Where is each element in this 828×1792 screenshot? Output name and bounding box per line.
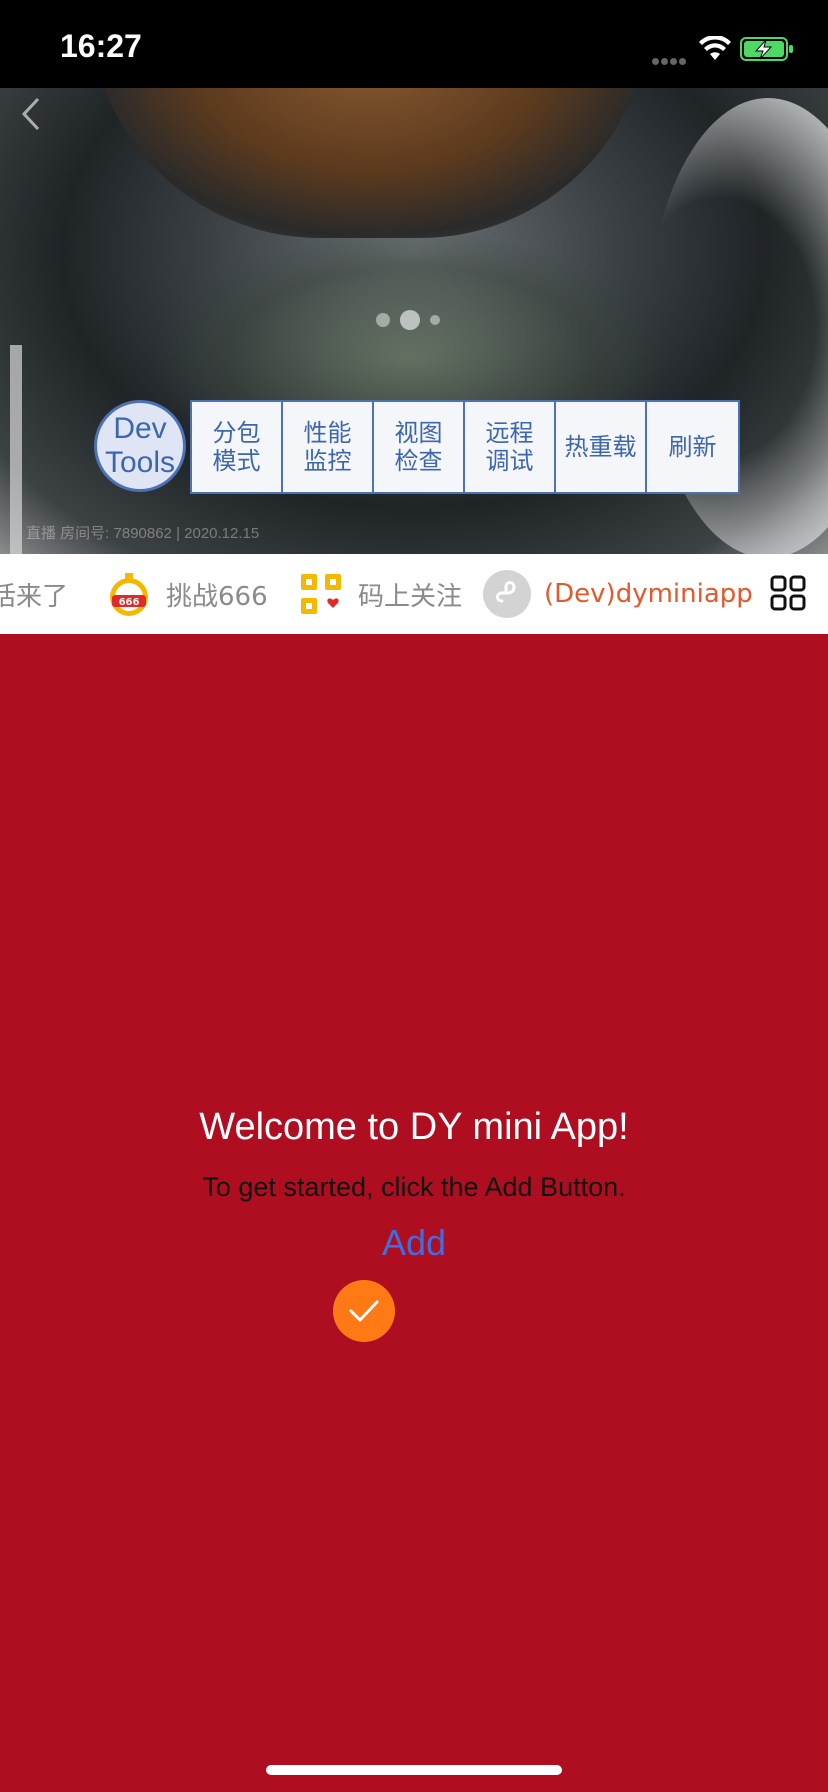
stopwatch-666-icon: 666 [104, 569, 154, 619]
status-time: 16:27 [60, 28, 142, 64]
carousel-indicator [376, 310, 440, 330]
main-content [0, 634, 828, 1792]
add-button[interactable]: Add [0, 1222, 828, 1264]
welcome-subtitle: To get started, click the Add Button. [202, 1172, 626, 1202]
frying-pan-image [90, 88, 650, 238]
menu-performance-monitor[interactable]: 性能 监控 [283, 402, 374, 492]
menu-label: 模式 [212, 447, 261, 475]
menu-subpackage-mode[interactable]: 分包 模式 [192, 402, 283, 492]
menu-label: 刷新 [668, 433, 717, 461]
shortcut-label: 码上关注 [358, 581, 463, 612]
side-scrollbar[interactable] [10, 345, 22, 575]
checkmark-icon [349, 1300, 379, 1322]
devtools-button[interactable]: Dev Tools [94, 400, 186, 492]
back-chevron-icon[interactable] [20, 96, 42, 132]
menu-label: 热重载 [564, 433, 637, 461]
devtools-menu: 分包 模式 性能 监控 视图 检查 远程 调试 热重载 刷新 [190, 400, 740, 494]
shortcut-label: 话来了 [0, 581, 69, 612]
wifi-icon [699, 36, 731, 60]
qr-code-icon [296, 569, 346, 619]
shortcut-item[interactable]: 666 挑战666 [104, 554, 268, 634]
mini-app-link-icon [482, 569, 532, 619]
battery-charging-icon [740, 37, 793, 61]
menu-view-inspect[interactable]: 视图 检查 [374, 402, 465, 492]
menu-remote-debug[interactable]: 远程 调试 [465, 402, 556, 492]
menu-label: 监控 [303, 447, 352, 475]
carousel-dot [430, 315, 440, 325]
grid-menu-icon[interactable] [770, 575, 806, 611]
room-info: 直播 房间号: 7890862 | 2020.12.15 [26, 525, 260, 542]
devtools-label-2: Tools [104, 446, 176, 479]
carousel-dot [376, 313, 390, 327]
shortcut-label: (Dev)dyminiapp [544, 579, 753, 609]
menu-label: 性能 [303, 419, 352, 447]
shortcut-label: 挑战666 [166, 581, 268, 612]
home-indicator[interactable] [266, 1765, 562, 1775]
shortcut-bar: 话来了 666 挑战666 码上关注 (Dev)dyminiapp [0, 554, 828, 634]
menu-label: 远程 [485, 419, 534, 447]
menu-refresh[interactable]: 刷新 [647, 402, 738, 492]
menu-label: 视图 [394, 419, 443, 447]
status-bar: 16:27 [0, 0, 828, 88]
shortcut-item[interactable]: 话来了 [0, 554, 68, 634]
menu-label: 分包 [212, 419, 261, 447]
svg-text:666: 666 [119, 597, 140, 608]
devtools-label-1: Dev [113, 412, 167, 445]
check-button[interactable] [333, 1280, 395, 1342]
welcome-title: Welcome to DY mini App! [199, 1106, 629, 1148]
carousel-dot-active [400, 310, 420, 330]
shortcut-item[interactable]: 码上关注 [296, 554, 462, 634]
cellular-signal-icon [652, 52, 692, 65]
menu-label: 检查 [394, 447, 443, 475]
shortcut-item-active[interactable]: (Dev)dyminiapp [482, 554, 753, 634]
menu-label: 调试 [485, 447, 534, 475]
menu-hot-reload[interactable]: 热重载 [556, 402, 647, 492]
